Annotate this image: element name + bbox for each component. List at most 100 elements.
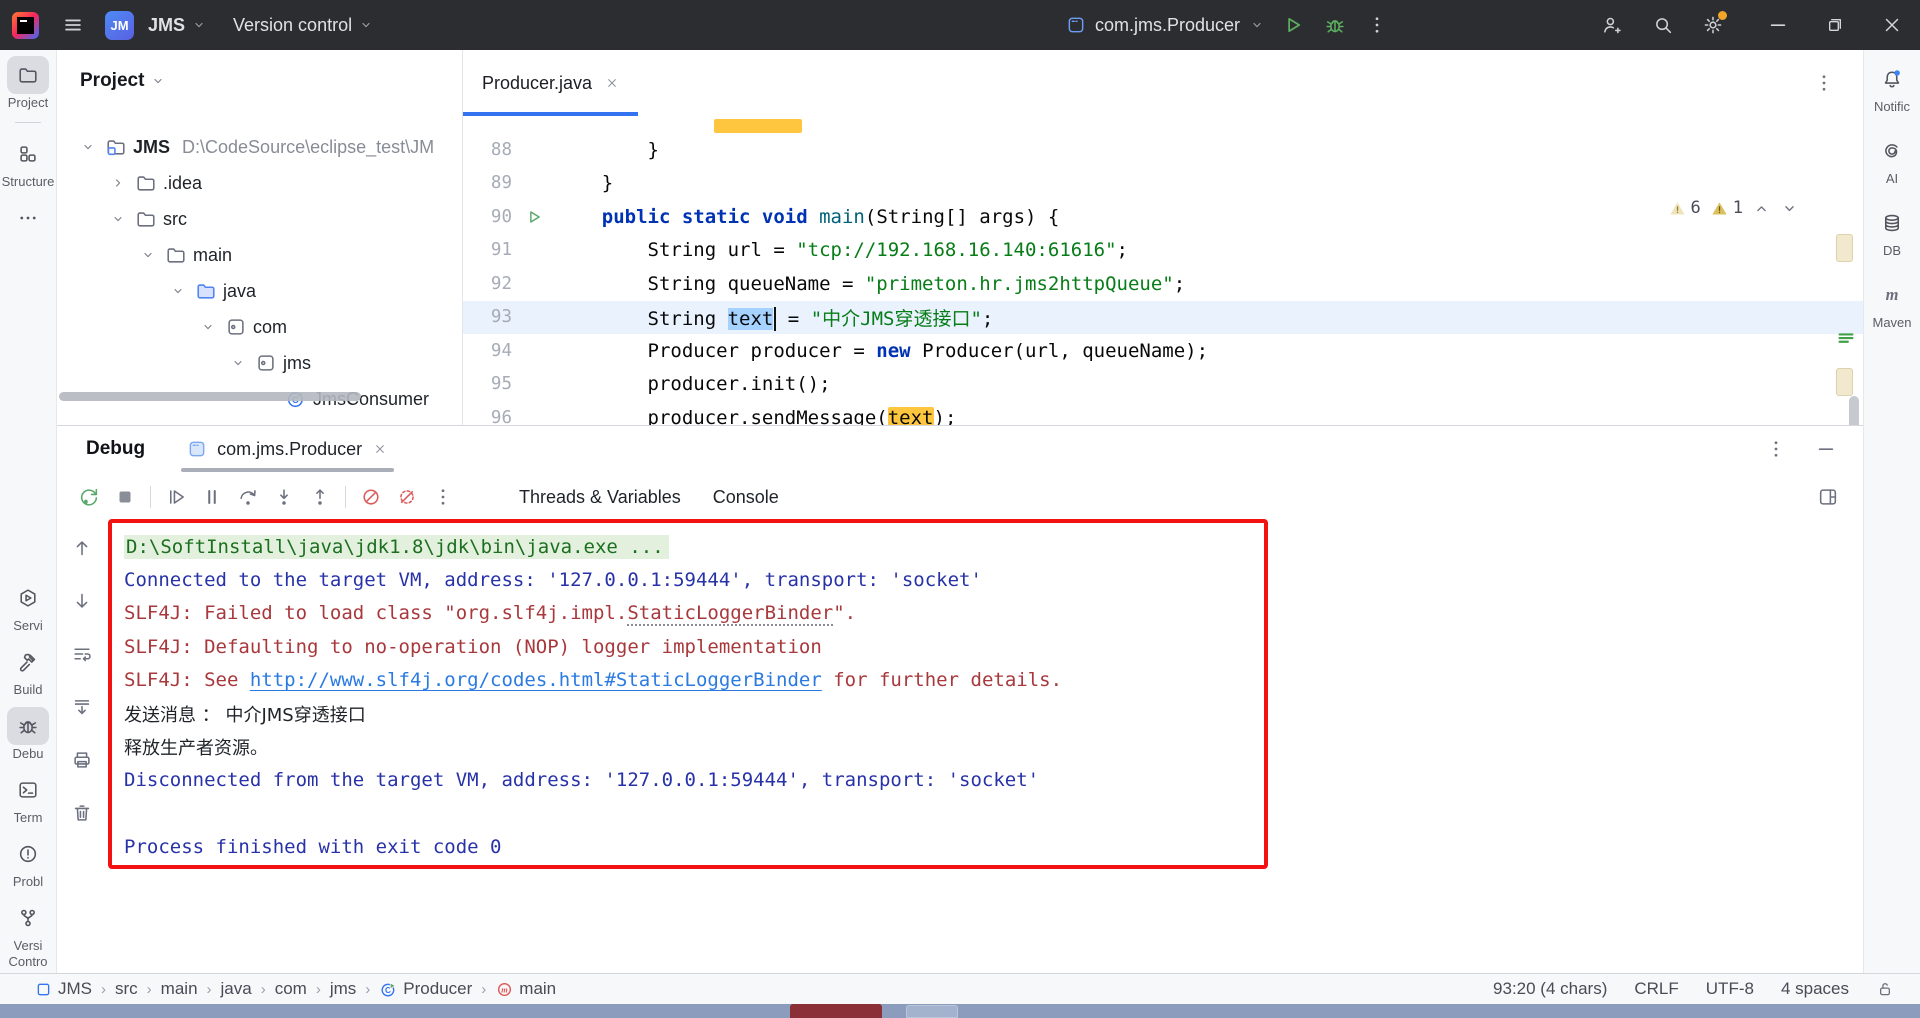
tree-item-java[interactable]: java	[57, 273, 462, 309]
code-viewport[interactable]: 88 }89 }90 public static void main(Strin…	[462, 116, 1863, 425]
layout-settings-icon[interactable]	[1817, 486, 1839, 508]
sidebar-item-project[interactable]: Project	[0, 56, 56, 110]
tree-item-src[interactable]: src	[57, 201, 462, 237]
down-stack-button[interactable]	[64, 583, 100, 619]
pause-button[interactable]	[194, 479, 230, 515]
console-class-link[interactable]: StaticLoggerBinder	[627, 602, 833, 624]
indent-widget[interactable]: 4 spaces	[1781, 979, 1849, 999]
tree-item-jms[interactable]: JMSD:\CodeSource\eclipse_test\JM	[57, 129, 462, 165]
breadcrumb-item-java[interactable]: java	[221, 979, 252, 999]
caret-position-widget[interactable]: 93:20 (4 chars)	[1493, 979, 1607, 999]
restore-button[interactable]	[1806, 0, 1863, 50]
project-panel-header[interactable]: Project	[57, 50, 462, 92]
sidebar-item-terminal[interactable]: Term	[0, 771, 56, 825]
tree-item-main[interactable]: main	[57, 237, 462, 273]
breadcrumb-item-main[interactable]: mmain	[495, 979, 556, 999]
code-analysis-icon[interactable]	[1835, 328, 1857, 350]
sidebar-item-maven[interactable]: mMaven	[1864, 276, 1920, 330]
sidebar-item-structure[interactable]: Structure	[0, 135, 56, 189]
main-menu-button[interactable]	[55, 7, 91, 43]
sidebar-item-ai[interactable]: AI	[1864, 132, 1920, 186]
inspections-widget[interactable]: 6 1	[1668, 198, 1800, 218]
chevron-right-icon[interactable]	[107, 175, 129, 191]
previous-problem-icon[interactable]	[1752, 199, 1771, 218]
chevron-down-icon[interactable]	[77, 139, 99, 155]
sidebar-item-build[interactable]: Build	[0, 643, 56, 697]
line-separator-widget[interactable]: CRLF	[1634, 979, 1678, 999]
lock-open-icon[interactable]	[1876, 980, 1894, 998]
sidebar-item-database[interactable]: DB	[1864, 204, 1920, 258]
editor-vertical-scrollbar[interactable]	[1849, 396, 1859, 425]
stop-button[interactable]	[107, 479, 143, 515]
run-button[interactable]	[1275, 7, 1311, 43]
close-button[interactable]	[1863, 0, 1920, 50]
sidebar-item-version-control[interactable]: VersiContro	[0, 899, 56, 969]
run-configuration-selector[interactable]: com.jms.Producer	[1062, 15, 1269, 36]
tree-item-idea[interactable]: .idea	[57, 165, 462, 201]
sidebar-item-more[interactable]	[0, 199, 56, 237]
up-stack-button[interactable]	[64, 530, 100, 566]
soft-wrap-button[interactable]	[64, 636, 100, 672]
chevron-down-icon[interactable]	[137, 247, 159, 263]
chevron-down-icon[interactable]	[227, 355, 249, 371]
console-output[interactable]: D:\SoftInstall\java\jdk1.8\jdk\bin\java.…	[124, 530, 1252, 864]
sidebar-item-notifications[interactable]: Notific	[1864, 60, 1920, 114]
breadcrumb-item-jms[interactable]: jms	[330, 979, 356, 999]
mute-breakpoints-button[interactable]	[389, 479, 425, 515]
tree-item-com[interactable]: com	[57, 309, 462, 345]
resume-button[interactable]	[158, 479, 194, 515]
debug-session-tab[interactable]: com.jms.Producer	[175, 426, 400, 472]
tab-console[interactable]: Console	[697, 472, 795, 522]
more-options-icon[interactable]	[1765, 438, 1787, 460]
editor-options-icon[interactable]	[1813, 72, 1835, 94]
close-tab-icon[interactable]	[604, 75, 620, 91]
view-breakpoints-button[interactable]	[353, 479, 389, 515]
chevron-down-icon[interactable]	[107, 211, 129, 227]
chevron-down-icon[interactable]	[197, 319, 219, 335]
line-number: 92	[462, 274, 512, 294]
warning-chip[interactable]: 6	[1668, 198, 1701, 218]
weak-warning-chip[interactable]: 1	[1710, 198, 1743, 218]
console-link[interactable]: http://www.slf4j.org/codes.html#StaticLo…	[250, 669, 822, 691]
close-session-icon[interactable]	[372, 441, 388, 457]
breadcrumb-item-com[interactable]: com	[275, 979, 307, 999]
error-stripe-mark[interactable]	[1836, 234, 1853, 262]
breadcrumb-item-src[interactable]: src	[115, 979, 138, 999]
tab-threads-variables[interactable]: Threads & Variables	[503, 472, 697, 522]
breadcrumb-item-jms[interactable]: JMS	[34, 979, 92, 999]
step-over-button[interactable]	[230, 479, 266, 515]
error-stripe-mark[interactable]	[1836, 368, 1853, 396]
clear-console-button[interactable]	[64, 795, 100, 831]
project-avatar[interactable]: JM	[105, 11, 134, 40]
console-text[interactable]: D:\SoftInstall\java\jdk1.8\jdk\bin\java.…	[124, 535, 669, 559]
taskbar-active-app[interactable]	[790, 1004, 882, 1018]
project-tree-horizontal-scrollbar[interactable]	[59, 392, 361, 401]
breadcrumb-item-producer[interactable]: CProducer	[379, 979, 472, 999]
next-problem-icon[interactable]	[1780, 199, 1799, 218]
project-widget[interactable]: JMS	[148, 15, 207, 36]
step-out-button[interactable]	[302, 479, 338, 515]
taskbar-app[interactable]	[906, 1005, 958, 1018]
chevron-down-icon[interactable]	[167, 283, 189, 299]
more-run-options-button[interactable]	[1359, 7, 1395, 43]
editor-tab-producer-java[interactable]: Producer.java	[462, 50, 638, 116]
sidebar-item-debug[interactable]: Debu	[0, 707, 56, 761]
search-everywhere-button[interactable]	[1641, 0, 1685, 50]
more-debug-actions-button[interactable]	[425, 479, 461, 515]
sidebar-item-services[interactable]: Servi	[0, 579, 56, 633]
run-line-icon[interactable]	[512, 208, 556, 226]
rerun-debug-button[interactable]	[71, 479, 107, 515]
breadcrumb-item-main[interactable]: main	[161, 979, 198, 999]
tree-item-jms[interactable]: jms	[57, 345, 462, 381]
settings-button[interactable]	[1691, 0, 1735, 50]
debug-button[interactable]	[1317, 7, 1353, 43]
sidebar-item-problems[interactable]: Probl	[0, 835, 56, 889]
vcs-widget[interactable]: Version control	[233, 15, 374, 36]
step-into-button[interactable]	[266, 479, 302, 515]
hide-panel-icon[interactable]	[1815, 438, 1837, 460]
encoding-widget[interactable]: UTF-8	[1706, 979, 1754, 999]
minimize-button[interactable]	[1749, 0, 1806, 50]
print-button[interactable]	[64, 742, 100, 778]
code-with-me-button[interactable]	[1589, 0, 1633, 50]
scroll-to-end-button[interactable]	[64, 689, 100, 725]
